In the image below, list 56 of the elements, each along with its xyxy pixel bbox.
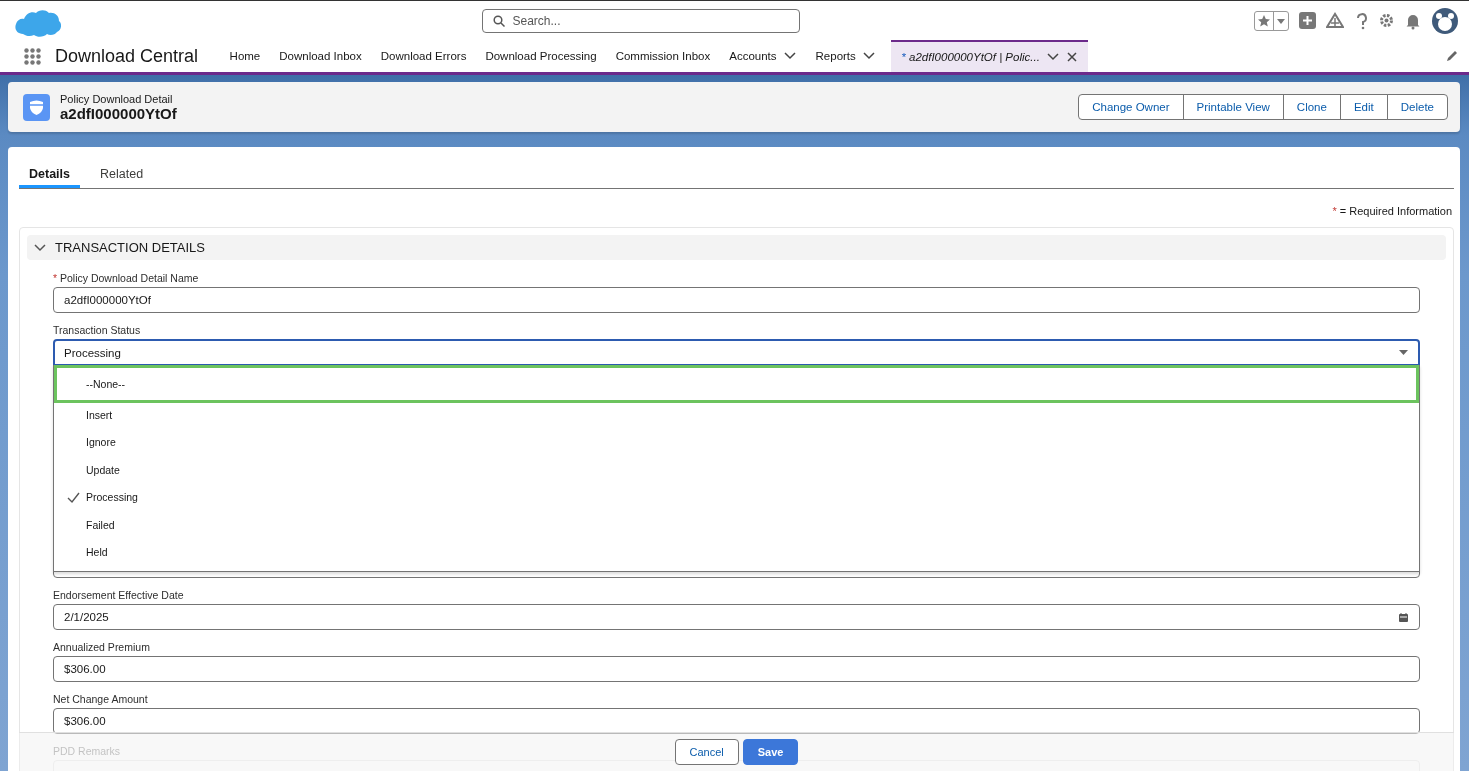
field-label: * Policy Download Detail Name	[53, 271, 200, 286]
section-header[interactable]: TRANSACTION DETAILS	[27, 235, 1446, 260]
shield-icon	[23, 93, 50, 121]
field-label: Annualized Premium	[53, 640, 151, 655]
add-icon	[1299, 12, 1316, 29]
dropdown-option[interactable]: Failed	[54, 511, 1419, 539]
calendar-icon	[1398, 611, 1409, 623]
caret-icon	[1398, 348, 1409, 357]
avatar	[1431, 6, 1459, 35]
field-label: Transaction Status	[53, 323, 142, 338]
input-field[interactable]: $306.00	[53, 708, 1420, 734]
action-button[interactable]: Clone	[1282, 94, 1341, 120]
favorites-button[interactable]	[1254, 10, 1289, 31]
dropdown-option[interactable]: Held	[54, 538, 1419, 566]
dropdown-option[interactable]: Insert	[54, 401, 1419, 429]
cancel-button[interactable]: Cancel	[674, 739, 739, 765]
action-button[interactable]: Printable View	[1182, 94, 1284, 120]
action-button[interactable]: Edit	[1339, 94, 1388, 120]
field-label: Endorsement Effective Date	[53, 588, 185, 603]
dropdown-option[interactable]: --None--	[54, 365, 1419, 403]
nav-tab[interactable]: Download Inbox	[269, 40, 372, 72]
nav-tab[interactable]: Commission Inbox	[606, 40, 720, 72]
nav-tab[interactable]: Home	[220, 40, 270, 72]
settings-icon	[1378, 12, 1395, 29]
record-title: a2dfI000000YtOf	[60, 104, 178, 122]
pencil-icon	[1445, 49, 1459, 63]
action-button[interactable]: Delete	[1386, 94, 1448, 120]
help-icon	[1354, 11, 1368, 30]
search-icon	[492, 14, 505, 27]
star-icon	[1257, 13, 1271, 28]
dropdown-option[interactable]: Processing	[54, 483, 1419, 511]
nav-tab[interactable]: Download Errors	[371, 40, 476, 72]
picklist-field[interactable]: Processing	[53, 339, 1420, 365]
search-placeholder: Search...	[512, 13, 561, 28]
close-icon	[1065, 51, 1078, 63]
tab[interactable]: Details	[19, 159, 80, 188]
object-type: Policy Download Detail	[60, 92, 174, 105]
action-button[interactable]: Change Owner	[1078, 94, 1184, 120]
record-tab-label: * a2dfI000000YtOf | Polic...	[901, 51, 1040, 63]
nav-tab[interactable]: Reports	[806, 40, 886, 72]
tab[interactable]: Related	[90, 159, 154, 188]
mountain-icon	[1326, 12, 1344, 29]
input-field[interactable]: a2dfI000000YtOf	[53, 287, 1420, 313]
nav-tab[interactable]: Download Processing	[475, 40, 607, 72]
record-tab[interactable]: * a2dfI000000YtOf | Polic...	[891, 40, 1088, 72]
required-note: * = Required Information	[1332, 205, 1452, 217]
dropdown-option[interactable]: Ignore	[54, 428, 1419, 456]
field-label: Net Change Amount	[53, 692, 149, 707]
dropdown-option[interactable]: Update	[54, 456, 1419, 484]
date-field[interactable]: 2/1/2025	[53, 604, 1420, 630]
app-name: Download Central	[54, 44, 200, 68]
save-button[interactable]: Save	[742, 739, 799, 765]
app-launcher-icon	[24, 47, 41, 65]
nav-tab[interactable]: Accounts	[719, 40, 807, 72]
input-field[interactable]: $306.00	[53, 656, 1420, 682]
search-field[interactable]: Search...	[481, 8, 800, 33]
